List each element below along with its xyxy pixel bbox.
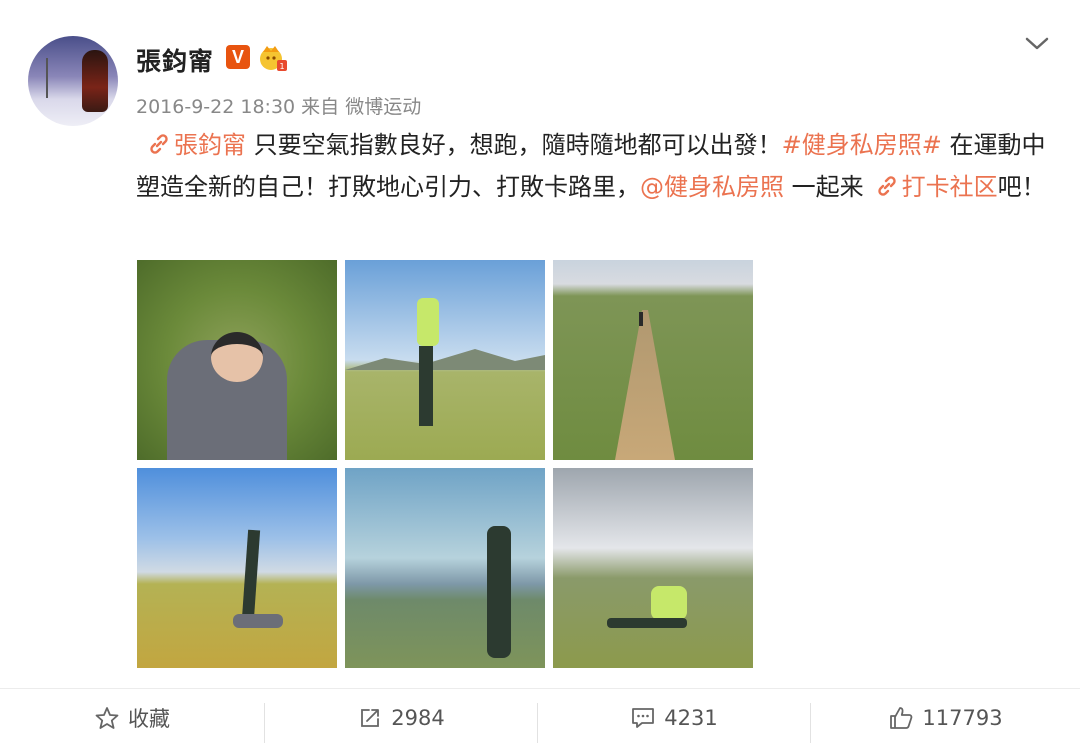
photo-1[interactable] (137, 260, 337, 460)
photo-figure (233, 614, 283, 628)
photo-road (615, 310, 675, 460)
photo-3[interactable] (553, 260, 753, 460)
repost-count: 2984 (391, 706, 445, 730)
comment-icon (632, 708, 655, 728)
photo-5[interactable] (345, 468, 545, 668)
comment-count: 4231 (664, 706, 718, 730)
photo-figure (487, 526, 511, 658)
photo-6[interactable] (553, 468, 753, 668)
content-text-3: 一起来 (784, 173, 864, 201)
author-link[interactable]: 張鈞甯 (174, 131, 246, 159)
mention-link[interactable]: @健身私房照 (640, 173, 784, 201)
action-bar: 收藏 2984 4231 117793 (0, 688, 1080, 746)
avatar-figure (82, 50, 108, 112)
photo-figure-legs (241, 529, 261, 621)
repost-icon (361, 709, 380, 727)
favorite-button[interactable]: 收藏 (0, 689, 264, 746)
crown-icon: 1 (260, 46, 287, 71)
photo-4[interactable] (137, 468, 337, 668)
post-meta: 2016-9-22 18:30 来自 微博运动 (136, 96, 422, 118)
link-icon (877, 176, 896, 196)
photo-figure-legs (419, 346, 433, 426)
like-count: 117793 (922, 706, 1003, 730)
author-name[interactable]: 張鈞甯 (136, 42, 214, 78)
photo-grid (137, 260, 753, 668)
svg-text:1: 1 (279, 62, 284, 71)
like-icon (890, 707, 913, 729)
content-text-1: 只要空氣指數良好，想跑，隨時隨地都可以出發！ (246, 131, 782, 159)
chevron-down-icon[interactable] (1024, 34, 1050, 54)
photo-figure-legs (607, 618, 687, 628)
content-text-4: 吧！ (997, 173, 1046, 201)
photo-hill (345, 349, 545, 370)
photo-figure (651, 586, 687, 620)
post-content: 張鈞甯 只要空氣指數良好，想跑，隨時隨地都可以出發！#健身私房照# 在運動中塑造… (136, 124, 1056, 208)
photo-figure (417, 298, 439, 346)
photo-2[interactable] (345, 260, 545, 460)
star-icon (95, 707, 119, 729)
checkin-link[interactable]: 打卡社区 (902, 173, 998, 201)
hashtag-link[interactable]: #健身私房照# (782, 131, 942, 159)
comment-button[interactable]: 4231 (538, 689, 810, 746)
photo-figure-head (211, 332, 263, 382)
link-icon (150, 134, 168, 154)
repost-button[interactable]: 2984 (265, 689, 537, 746)
photo-figure (639, 312, 643, 326)
favorite-label: 收藏 (128, 707, 170, 731)
avatar[interactable] (28, 36, 118, 126)
verified-badge: V (226, 45, 250, 69)
like-button[interactable]: 117793 (811, 689, 1080, 746)
avatar-pole (46, 58, 48, 98)
